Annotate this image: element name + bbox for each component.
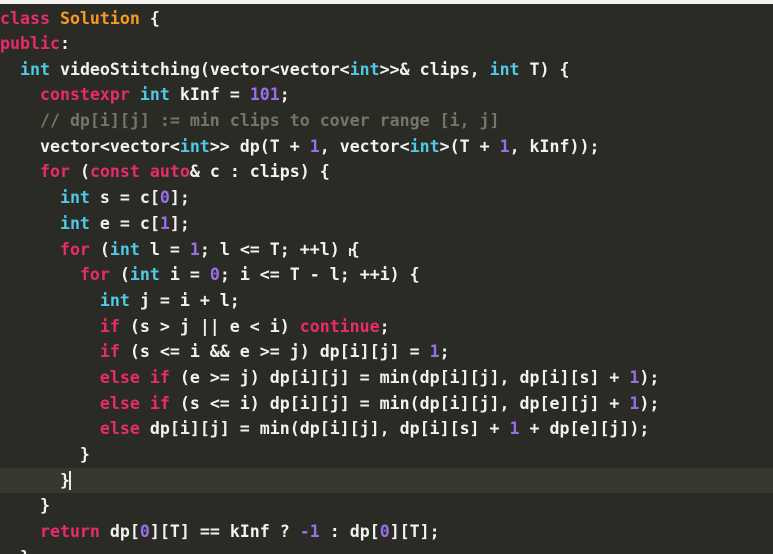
code-line[interactable]: int e = c[1]; [0,211,773,237]
token-keyword: if [99,342,120,362]
code-line[interactable]: for (int l = 1; l <= T; ++l) { [0,237,773,263]
code-line[interactable]: else if (e >= j) dp[i][j] = min(dp[i][j]… [0,365,773,391]
token-number: 0 [379,522,390,542]
token-number: 1 [429,342,440,362]
token-keyword: for [79,265,110,285]
token-number: 0 [159,188,170,208]
code-line[interactable]: } [0,442,773,468]
token-type: int [19,59,50,79]
token-type: int [59,213,90,233]
token-type: int [409,136,440,156]
token-number: 1 [189,239,200,259]
code-line[interactable]: return dp[0][T] == kInf ? -1 : dp[0][T]; [0,519,773,545]
code-line[interactable]: if (s > j || e < i) continue; [0,314,773,340]
token-comment: // dp[i][j] := min clips to cover range … [39,111,500,131]
code-line[interactable]: for (const auto& c : clips) { [0,159,773,185]
code-line[interactable]: constexpr int kInf = 101; [0,82,773,108]
token-number: 101 [249,85,280,105]
code-line[interactable]: int j = i + l; [0,288,773,314]
token-number: 1 [159,213,170,233]
token-keyword: if [149,393,170,413]
token-keyword: else [99,393,140,413]
token-keyword: continue [299,316,380,336]
token-type: int [349,59,380,79]
text-caret [68,470,71,490]
code-line[interactable]: int s = c[0]; [0,185,773,211]
token-keyword: const [89,162,140,182]
code-line[interactable]: int videoStitching(vector<vector<int>>& … [0,57,773,83]
token-type: int [129,265,160,285]
token-keyword: if [149,367,170,387]
token-type: int [59,188,90,208]
token-type: int [489,59,520,79]
code-line[interactable]: else if (s <= i) dp[i][j] = min(dp[i][j]… [0,391,773,417]
code-line[interactable]: } [0,493,773,519]
token-number: -1 [299,522,320,542]
code-editor-window: class Solution { public: int videoStitch… [0,0,773,554]
token-keyword: class [0,9,50,28]
token-number: 0 [139,522,150,542]
code-line[interactable]: vector<vector<int>> dp(T + 1, vector<int… [0,134,773,160]
token-type: int [179,136,210,156]
token-number: 0 [209,265,220,285]
token-keyword: auto [149,162,190,182]
token-keyword: return [39,522,100,542]
code-line[interactable]: // dp[i][j] := min clips to cover range … [0,108,773,134]
code-surface[interactable]: class Solution { public: int videoStitch… [0,4,773,554]
token-keyword: constexpr [39,85,130,105]
token-type: int [99,290,130,310]
token-number: 1 [629,393,640,413]
code-line[interactable]: public: [0,31,773,57]
code-line[interactable]: else dp[i][j] = min(dp[i][j], dp[i][s] +… [0,416,773,442]
code-line[interactable]: if (s <= i && e >= j) dp[i][j] = 1; [0,339,773,365]
token-class-name: Solution [59,9,140,28]
code-line[interactable]: for (int i = 0; i <= T - l; ++i) { [0,262,773,288]
token-number: 1 [509,419,520,439]
token-number: 1 [629,367,640,387]
token-keyword: public [0,34,60,53]
token-keyword: for [39,162,70,182]
token-type: int [109,239,140,259]
token-type: int [139,85,170,105]
token-number: 1 [499,136,510,156]
token-number: 1 [309,136,320,156]
token-keyword: else [99,419,140,439]
token-keyword: for [59,239,90,259]
token-function-name: videoStitching(vector<vector< [49,59,350,79]
code-line[interactable]: } [0,545,773,554]
token-keyword: if [99,316,120,336]
token-keyword: else [99,367,140,387]
code-line-active[interactable]: } [0,467,773,494]
code-line[interactable]: class Solution { [0,4,773,31]
